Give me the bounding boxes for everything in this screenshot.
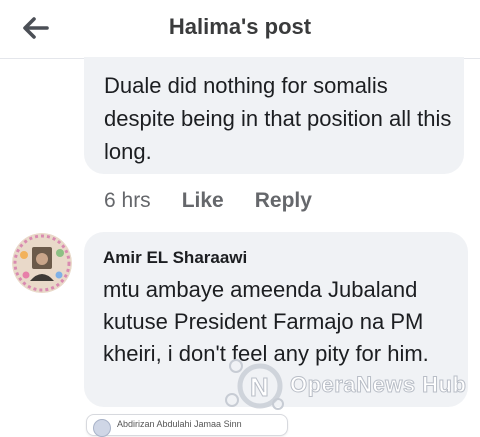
comment-author[interactable]: Amir EL Sharaawi [103, 248, 247, 268]
avatar[interactable] [12, 233, 72, 293]
comment-bubble: Duale did nothing for somalis despite be… [84, 57, 464, 174]
comment-actions: 6 hrs Like Reply [104, 186, 312, 216]
comment-text: mtu ambaye ameenda Jubaland kutuse Presi… [103, 277, 429, 366]
like-button[interactable]: Like [182, 189, 224, 213]
comment-author: Abdirizan Abdulahi Jamaa Sinn [117, 419, 242, 429]
comment-timestamp: 6 hrs [104, 189, 151, 212]
reply-button[interactable]: Reply [255, 189, 312, 213]
user-avatar-icon [12, 233, 72, 293]
next-comment-preview: Abdirizan Abdulahi Jamaa Sinn [86, 414, 288, 437]
avatar [93, 419, 111, 437]
comment-text: Duale did nothing for somalis despite be… [104, 73, 452, 164]
header-bar: Halima's post [0, 0, 480, 59]
page-title: Halima's post [168, 14, 312, 39]
comment-bubble: Amir EL Sharaawi mtu ambaye ameenda Juba… [84, 232, 468, 407]
